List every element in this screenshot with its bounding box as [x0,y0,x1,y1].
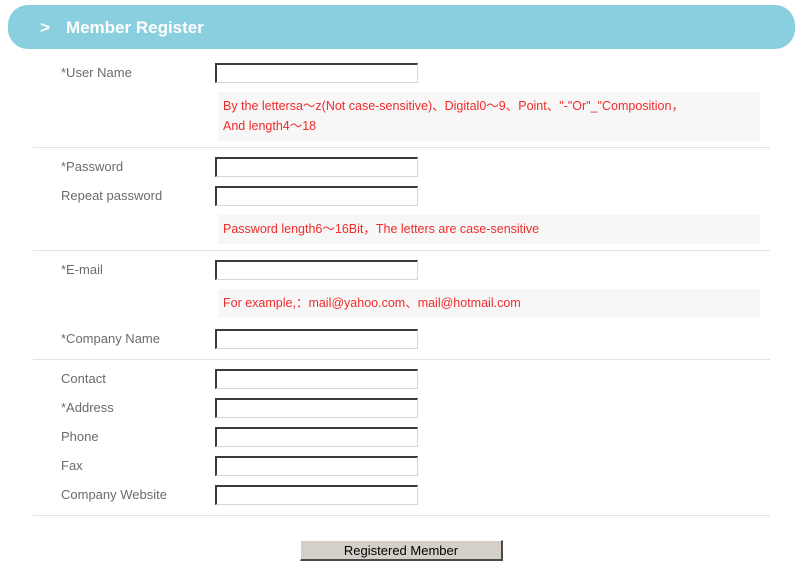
company-website-input[interactable] [215,485,418,505]
address-input[interactable] [215,398,418,418]
field-row-password: *Password [33,152,770,181]
label-address: *Address [33,401,215,414]
field-row-address: *Address [33,393,770,422]
page-title: Member Register [66,19,204,36]
chevron-right-icon: > [40,19,50,36]
username-group: *User Name By the lettersa～z(Not case-se… [33,58,770,148]
submit-row: Registered Member [0,540,803,561]
label-password: *Password [33,160,215,173]
label-company-name: *Company Name [33,332,215,345]
registration-form: *User Name By the lettersa～z(Not case-se… [0,54,803,516]
user-name-hint-line-2: And length4～18 [223,116,760,136]
page-header: > Member Register [8,5,795,49]
password-hint: Password length6～16Bit，The letters are c… [218,215,760,244]
field-row-user-name: *User Name [33,58,770,87]
field-row-phone: Phone [33,422,770,451]
contact-group: Contact *Address Phone Fax Company Websi… [33,364,770,516]
email-input[interactable] [215,260,418,280]
password-group: *Password Repeat password Password lengt… [33,152,770,251]
user-name-input[interactable] [215,63,418,83]
password-input[interactable] [215,157,418,177]
company-name-input[interactable] [215,329,418,349]
user-name-hint: By the lettersa～z(Not case-sensitive)、Di… [218,92,760,141]
field-row-email: *E-mail [33,255,770,284]
field-row-fax: Fax [33,451,770,480]
fax-input[interactable] [215,456,418,476]
field-row-company-website: Company Website [33,480,770,509]
label-contact: Contact [33,372,215,385]
email-hint: For example,：mail@yahoo.com、mail@hotmail… [218,289,760,318]
email-hint-line-1: For example,：mail@yahoo.com、mail@hotmail… [223,293,760,313]
field-row-contact: Contact [33,364,770,393]
label-user-name: *User Name [33,66,215,79]
label-repeat-password: Repeat password [33,189,215,202]
contact-input[interactable] [215,369,418,389]
field-row-company-name: *Company Name [33,324,770,353]
user-name-hint-line-1: By the lettersa～z(Not case-sensitive)、Di… [223,96,760,116]
label-email: *E-mail [33,263,215,276]
phone-input[interactable] [215,427,418,447]
field-row-repeat-password: Repeat password [33,181,770,210]
label-fax: Fax [33,459,215,472]
repeat-password-input[interactable] [215,186,418,206]
label-phone: Phone [33,430,215,443]
label-company-website: Company Website [33,488,215,501]
registered-member-button[interactable]: Registered Member [300,540,503,561]
email-group: *E-mail For example,：mail@yahoo.com、mail… [33,255,770,360]
password-hint-line-1: Password length6～16Bit，The letters are c… [223,219,760,239]
